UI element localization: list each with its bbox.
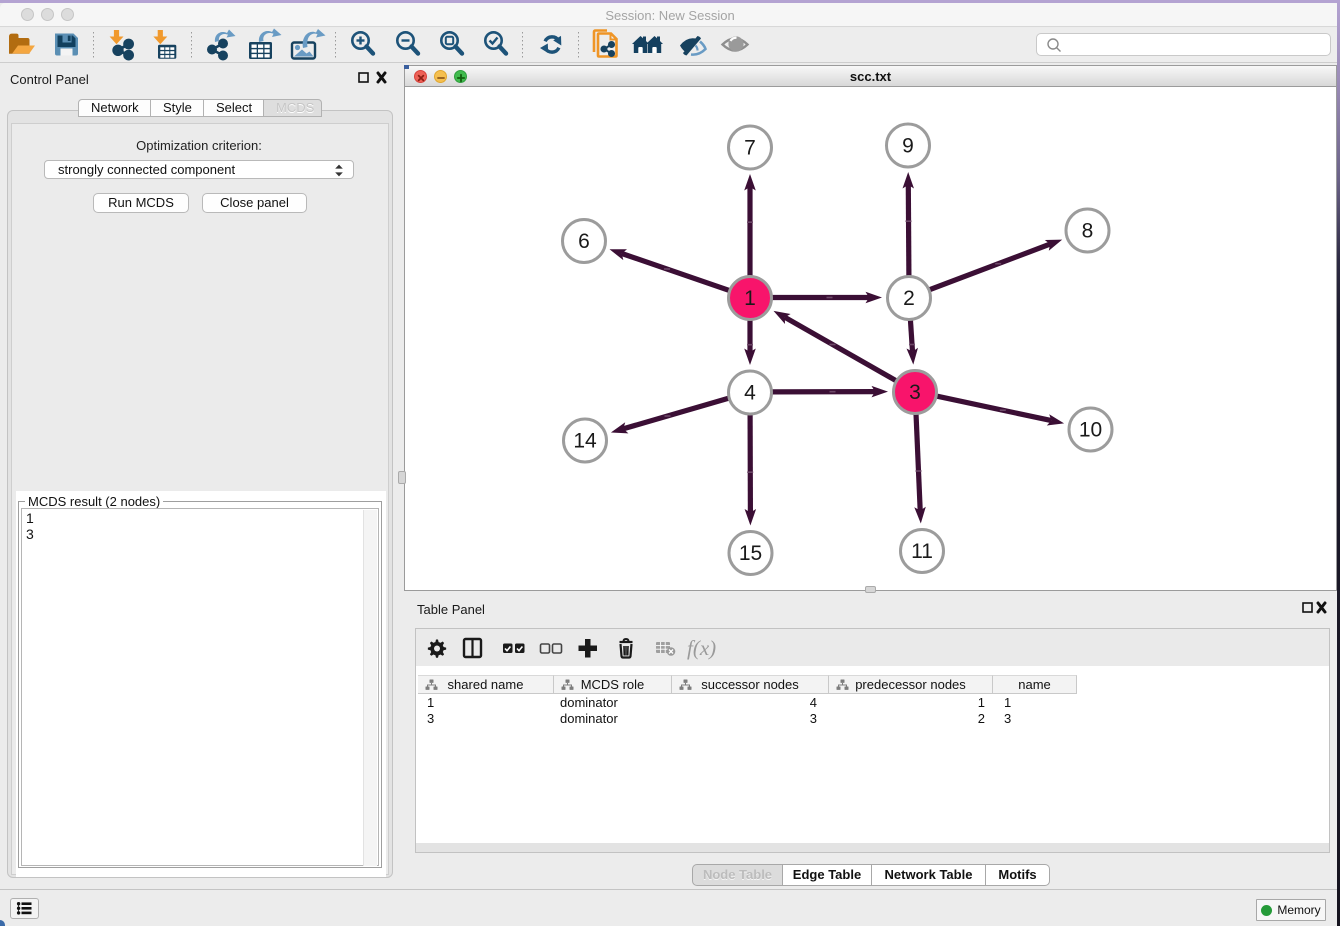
svg-text:14: 14 — [573, 430, 597, 453]
svg-text:15: 15 — [739, 542, 762, 565]
svg-text:9: 9 — [902, 135, 914, 158]
svg-text:4: 4 — [744, 382, 756, 405]
svg-text:11: 11 — [911, 540, 933, 563]
svg-text:10: 10 — [1079, 419, 1102, 442]
svg-text:8: 8 — [1082, 220, 1094, 243]
svg-text:1: 1 — [744, 287, 756, 310]
svg-text:2: 2 — [903, 287, 915, 310]
svg-text:3: 3 — [909, 381, 921, 404]
svg-text:7: 7 — [744, 137, 756, 160]
svg-text:f(x): f(x) — [687, 636, 716, 660]
svg-text:6: 6 — [578, 230, 590, 253]
